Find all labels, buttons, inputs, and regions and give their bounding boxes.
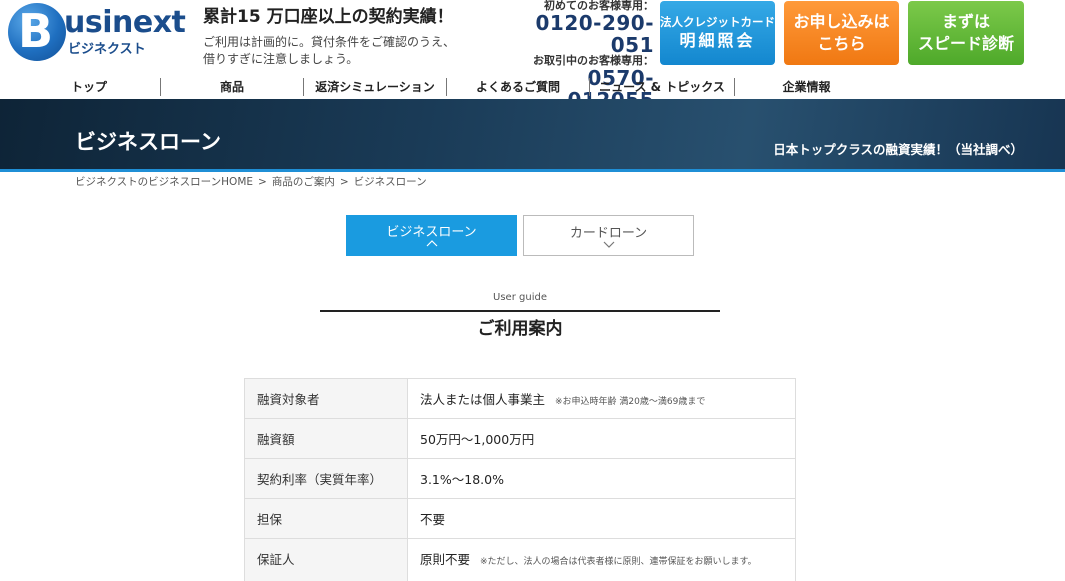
- row-value-text: 法人または個人事業主: [420, 392, 546, 407]
- nav-item-news[interactable]: ニュース & トピックス: [590, 78, 735, 96]
- section-label-en: User guide: [493, 292, 547, 303]
- breadcrumb-products[interactable]: 商品のご案内: [272, 175, 335, 189]
- diag-button-line-2: スピード診断: [917, 34, 1014, 53]
- logo-mark: B: [8, 3, 66, 61]
- nav-item-company[interactable]: 企業情報: [735, 78, 878, 96]
- global-nav: トップ 商品 返済シミュレーション よくあるご質問 ニュース & トピックス 企…: [18, 78, 908, 96]
- page-title: ビジネスローン: [75, 130, 221, 154]
- borrowing-notice: ご利用は計画的に。貸付条件をご確認のうえ、 借りすぎに注意しましょう。: [203, 34, 493, 68]
- loan-info-table: 融資対象者 法人または個人事業主 ※お申込時年齢 満20歳～満69歳まで 融資額 …: [244, 378, 796, 581]
- tagline: 累計15 万口座以上の契約実績！: [203, 7, 454, 27]
- row-value-text: 原則不要: [420, 552, 471, 567]
- breadcrumb-separator: >: [258, 176, 267, 188]
- row-label: 融資額: [244, 418, 408, 459]
- chevron-up-icon: [346, 240, 517, 250]
- table-row: 融資額 50万円～1,000万円: [244, 418, 796, 459]
- chevron-down-icon: [524, 241, 693, 251]
- card-button-line-1: 法人クレジットカード: [660, 15, 775, 29]
- table-row: 保証人 原則不要 ※ただし、法人の場合は代表者様に原則、連帯保証をお願いします。: [244, 538, 796, 581]
- site-header: B usinext ビジネクスト 累計15 万口座以上の契約実績！ ご利用は計画…: [0, 0, 1065, 111]
- card-statement-button[interactable]: 法人クレジットカード 明細照会: [660, 1, 775, 65]
- notice-line-1: ご利用は計画的に。貸付条件をご確認のうえ、: [203, 35, 456, 49]
- breadcrumb-home[interactable]: ビジネクストのビジネスローンHOME: [75, 175, 253, 189]
- row-value: 3.1%～18.0%: [407, 458, 796, 499]
- tab-business-loan-label: ビジネスローン: [386, 225, 477, 240]
- row-value: 法人または個人事業主 ※お申込時年齢 満20歳～満69歳まで: [407, 378, 796, 419]
- nav-item-top[interactable]: トップ: [18, 78, 161, 96]
- logo-letter: B: [18, 4, 54, 58]
- notice-line-2: 借りすぎに注意しましょう。: [203, 52, 359, 66]
- page-banner: ビジネスローン 日本トップクラスの融資実績！（当社調べ）: [0, 99, 1065, 172]
- phone-number-new[interactable]: 0120-290-051: [508, 12, 654, 56]
- nav-item-products[interactable]: 商品: [161, 78, 304, 96]
- logo-text: usinext: [64, 5, 186, 40]
- apply-button[interactable]: お申し込みは こちら: [784, 1, 899, 65]
- apply-button-line-1: お申し込みは: [793, 12, 890, 31]
- logo-kana: ビジネクスト: [68, 42, 146, 57]
- row-label: 担保: [244, 498, 408, 539]
- row-value: 原則不要 ※ただし、法人の場合は代表者様に原則、連帯保証をお願いします。: [407, 538, 796, 581]
- row-label: 契約利率（実質年率）: [244, 458, 408, 499]
- tab-card-loan-label: カードローン: [569, 226, 648, 241]
- nav-item-faq[interactable]: よくあるご質問: [447, 78, 590, 96]
- table-row: 契約利率（実質年率） 3.1%～18.0%: [244, 458, 796, 499]
- tab-card-loan[interactable]: カードローン: [523, 215, 694, 256]
- row-value: 50万円～1,000万円: [407, 418, 796, 459]
- table-row: 担保 不要: [244, 498, 796, 539]
- row-note: ※ただし、法人の場合は代表者様に原則、連帯保証をお願いします。: [480, 557, 757, 567]
- row-label: 保証人: [244, 538, 408, 581]
- apply-button-line-2: こちら: [817, 34, 866, 53]
- diag-button-line-1: まずは: [941, 12, 990, 31]
- tab-business-loan[interactable]: ビジネスローン: [346, 215, 517, 256]
- logo[interactable]: B usinext ビジネクスト: [8, 3, 186, 61]
- table-row: 融資対象者 法人または個人事業主 ※お申込時年齢 満20歳～満69歳まで: [244, 378, 796, 419]
- nav-item-simulation[interactable]: 返済シミュレーション: [304, 78, 447, 96]
- row-note: ※お申込時年齢 満20歳～満69歳まで: [555, 397, 706, 407]
- row-value: 不要: [407, 498, 796, 539]
- breadcrumb-separator: >: [339, 176, 349, 188]
- section-title: ご利用案内: [477, 319, 563, 339]
- speed-diagnosis-button[interactable]: まずは スピード診断: [908, 1, 1024, 65]
- row-label: 融資対象者: [244, 378, 408, 419]
- breadcrumb: ビジネクストのビジネスローンHOME > 商品のご案内 > ビジネスローン: [75, 175, 427, 189]
- breadcrumb-current: ビジネスローン: [353, 176, 427, 188]
- banner-subtitle: 日本トップクラスの融資実績！（当社調べ）: [773, 142, 1023, 157]
- card-button-line-2: 明細照会: [679, 31, 756, 50]
- section-divider: [320, 310, 720, 312]
